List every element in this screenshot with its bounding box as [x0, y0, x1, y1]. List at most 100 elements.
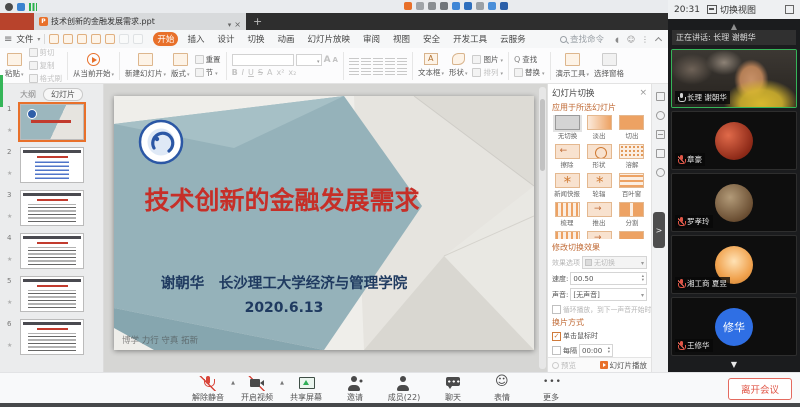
save-icon[interactable]	[49, 34, 59, 44]
arrange-button[interactable]: 排列	[472, 67, 503, 78]
properties-pane-icon[interactable]	[656, 92, 665, 101]
bullets-icon[interactable]	[349, 57, 359, 65]
leave-meeting-button[interactable]: 离开会议	[728, 378, 792, 400]
menu-item[interactable]: 设计	[213, 32, 238, 46]
participant-tile[interactable]: 罗孝玲	[671, 173, 797, 232]
transition-effect[interactable]: 梳理	[552, 202, 582, 228]
slide-canvas[interactable]: 技术创新的金融发展需求 谢朝华 长沙理工大学经济与管理学院 2020.6.13 …	[104, 84, 547, 372]
numbering-icon[interactable]	[361, 57, 371, 65]
tab-caret-icon[interactable]	[228, 12, 232, 31]
document-tab[interactable]: 技术创新的金融发展需求.ppt	[34, 13, 246, 30]
selection-pane-button[interactable]: 选择窗格	[594, 53, 624, 79]
menu-item[interactable]: 动画	[273, 32, 298, 46]
meeting-toolbar-button[interactable]: 更多	[531, 376, 571, 403]
tab-outline[interactable]: 大纲	[20, 89, 36, 100]
slide-thumbnail-image[interactable]	[20, 104, 84, 140]
slide-thumbnail-image[interactable]	[20, 190, 84, 226]
align-left-icon[interactable]	[349, 67, 359, 75]
feedback-icon[interactable]	[612, 35, 622, 44]
layout-button[interactable]: 版式	[171, 53, 190, 79]
slide-thumbnail[interactable]: 3	[20, 190, 103, 226]
textbox-button[interactable]: 文本框	[418, 53, 444, 78]
transition-effect[interactable]: 无切换	[552, 115, 582, 141]
transition-effect[interactable]	[617, 231, 647, 239]
copy-button[interactable]: 复制	[29, 60, 63, 71]
transition-effect[interactable]: 淡出	[584, 115, 614, 141]
export-icon[interactable]	[105, 34, 115, 44]
tray-icon[interactable]	[17, 3, 25, 11]
new-slide-button[interactable]: 新建幻灯片	[125, 53, 166, 79]
fullscreen-icon[interactable]	[785, 5, 794, 14]
tab-slides[interactable]: 幻灯片	[43, 88, 83, 101]
align-center-icon[interactable]	[361, 67, 371, 75]
columns-icon[interactable]	[397, 67, 407, 75]
canvas-scrollbar[interactable]	[539, 87, 546, 369]
smiley-icon[interactable]	[626, 35, 636, 44]
transition-effect[interactable]: 新闻快报	[552, 173, 582, 199]
font-family-input[interactable]	[232, 54, 294, 66]
meeting-toolbar-button[interactable]: 解除静音	[188, 376, 228, 403]
superscript-icon[interactable]: x²	[276, 68, 284, 77]
meeting-toolbar-button[interactable]: 表情	[482, 376, 522, 403]
participant-tile[interactable]: 章豪	[671, 111, 797, 170]
menu-item[interactable]: 安全	[419, 32, 444, 46]
transition-effect[interactable]	[584, 231, 614, 239]
tray-icon[interactable]	[452, 2, 460, 10]
tray-icon[interactable]	[476, 2, 484, 10]
picture-button[interactable]: 图片	[472, 54, 503, 65]
slideshow-play-button[interactable]: 幻灯片播放	[600, 360, 648, 371]
tray-icon[interactable]	[416, 2, 424, 10]
auto-advance-checkbox[interactable]	[552, 346, 561, 355]
print-icon[interactable]	[77, 34, 87, 44]
underline-icon[interactable]: U	[248, 68, 254, 77]
slide-thumbnail[interactable]: 6	[20, 319, 103, 355]
outdent-icon[interactable]	[385, 57, 395, 65]
font-color-icon[interactable]: A	[267, 68, 272, 77]
line-spacing-icon[interactable]	[397, 57, 407, 65]
slide-thumbnail[interactable]: 5	[20, 276, 103, 312]
participant-tile[interactable]: 修华 王修华	[671, 297, 797, 356]
reset-button[interactable]: 重置	[195, 54, 221, 65]
effect-option-select[interactable]: 无切换	[582, 256, 647, 269]
redo-icon[interactable]	[133, 34, 143, 44]
tray-icon[interactable]	[5, 3, 13, 11]
command-search[interactable]: 查找命令	[560, 33, 604, 45]
shapes-button[interactable]: 形状	[449, 53, 468, 78]
meeting-toolbar-button[interactable]: 共享屏幕	[286, 376, 326, 403]
transition-effect[interactable]	[552, 231, 582, 239]
transition-effect[interactable]: 切出	[617, 115, 647, 141]
tray-icon[interactable]	[464, 2, 472, 10]
undo-icon[interactable]	[119, 34, 129, 44]
presentation-tools-button[interactable]: 演示工具	[556, 53, 590, 79]
format-painter-button[interactable]: 格式刷	[29, 73, 63, 84]
meeting-toolbar-button[interactable]: 开启视频	[237, 376, 277, 403]
transition-effect[interactable]: 轮辐	[584, 173, 614, 199]
participant-tile[interactable]: 长理 谢朝华	[671, 49, 797, 108]
shrink-font-icon[interactable]: A	[333, 56, 338, 64]
paste-button[interactable]: 粘贴	[5, 53, 24, 79]
animation-pane-icon[interactable]	[656, 130, 665, 139]
slide-thumbnail-image[interactable]	[20, 147, 84, 183]
collapse-ribbon-icon[interactable]	[655, 36, 662, 43]
auto-advance-time-input[interactable]: 00:00	[579, 344, 613, 357]
slide-thumbnail[interactable]: 1	[20, 104, 103, 140]
loop-checkbox[interactable]	[552, 305, 561, 314]
kebab-menu-icon[interactable]	[640, 35, 650, 44]
scrollbar-thumb[interactable]	[540, 99, 545, 171]
participant-tile[interactable]: 湘工商 夏昱	[671, 235, 797, 294]
menu-item[interactable]: 视图	[389, 32, 414, 46]
menu-item[interactable]: 插入	[183, 32, 208, 46]
find-button[interactable]: 查找	[514, 54, 545, 65]
tab-close-icon[interactable]	[234, 12, 241, 31]
scroll-down-arrow[interactable]	[668, 356, 800, 368]
new-tab-button[interactable]	[246, 13, 269, 30]
transition-effect[interactable]: 擦除	[552, 144, 582, 170]
indent-icon[interactable]	[373, 57, 383, 65]
file-caret-icon[interactable]	[37, 34, 40, 44]
bold-icon[interactable]: B	[232, 68, 238, 77]
tray-icon[interactable]	[500, 2, 508, 10]
scroll-up-arrow[interactable]	[668, 19, 800, 29]
tray-icon[interactable]	[404, 2, 412, 10]
tray-icon[interactable]	[29, 3, 37, 11]
meeting-toolbar-button[interactable]: 聊天	[433, 376, 473, 403]
